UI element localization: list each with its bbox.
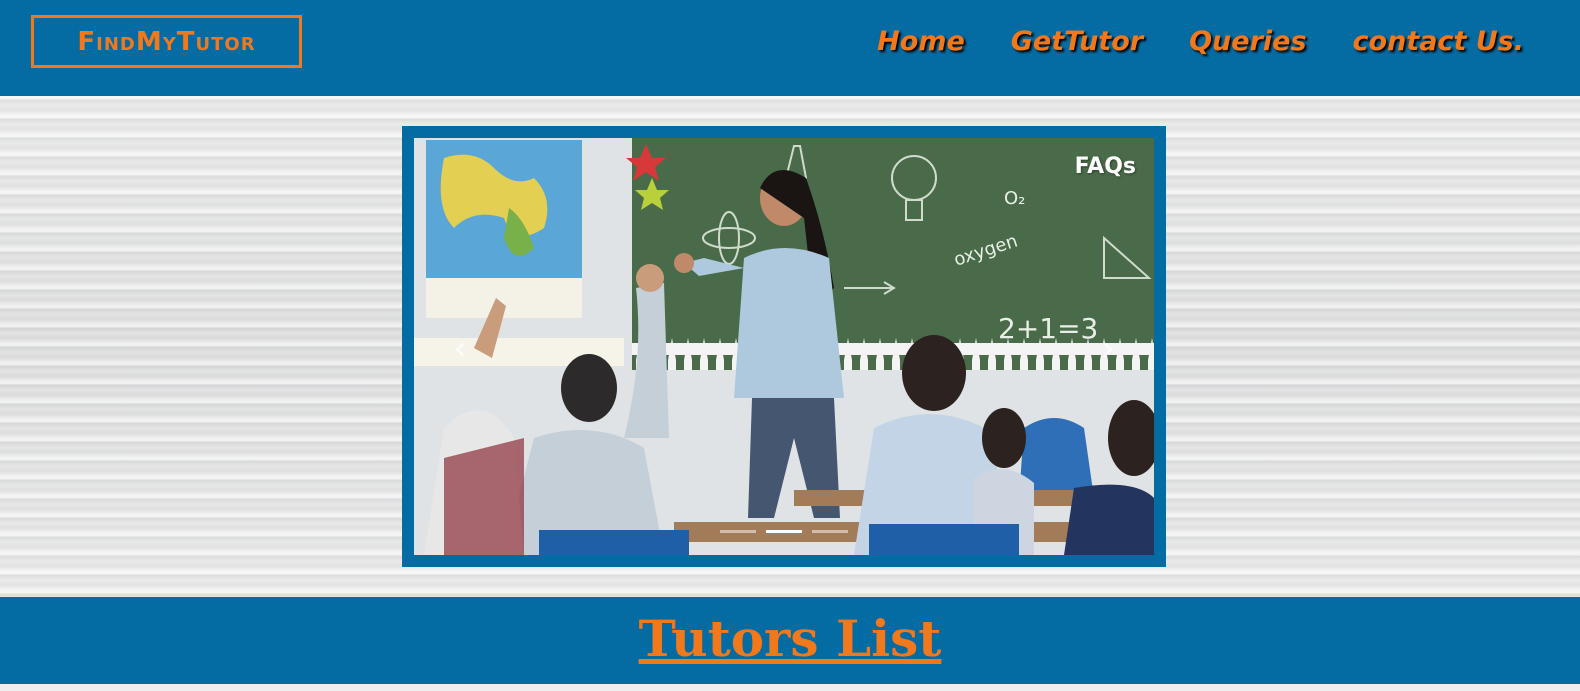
tutors-list-title: Tutors List [638, 609, 942, 668]
nav-home[interactable]: Home [877, 26, 965, 57]
main-nav: Home GetTutor Queries contact Us. [877, 26, 1524, 57]
chalk-o2: O₂ [1004, 188, 1025, 209]
chalk-equation: 2+1=3 [998, 312, 1098, 345]
carousel-prev-button[interactable]: ‹ [440, 328, 480, 368]
tutors-section-header: Tutors List [0, 597, 1580, 684]
nav-get-tutor[interactable]: GetTutor [1011, 26, 1143, 57]
faq-badge: FAQs [1074, 154, 1136, 179]
carousel-slide: O₂ oxygen 2+1=3 FAQs ‹ › [414, 138, 1154, 555]
chevron-right-icon: › [1101, 329, 1115, 367]
classroom-photo: O₂ oxygen 2+1=3 [414, 138, 1154, 555]
carousel-indicator-3[interactable] [812, 530, 848, 533]
nav-queries[interactable]: Queries [1189, 26, 1306, 57]
carousel-next-button[interactable]: › [1088, 328, 1128, 368]
page-bottom-strip [0, 684, 1580, 691]
carousel-indicator-2[interactable] [766, 530, 802, 533]
carousel-indicator-1[interactable] [720, 530, 756, 533]
carousel-indicators [720, 530, 848, 533]
site-logo[interactable]: FindMyTutor [31, 15, 302, 68]
chevron-left-icon: ‹ [453, 329, 467, 367]
image-carousel: O₂ oxygen 2+1=3 FAQs ‹ › [402, 126, 1166, 567]
nav-contact-us[interactable]: contact Us. [1353, 26, 1524, 57]
site-header: FindMyTutor Home GetTutor Queries contac… [0, 0, 1580, 96]
